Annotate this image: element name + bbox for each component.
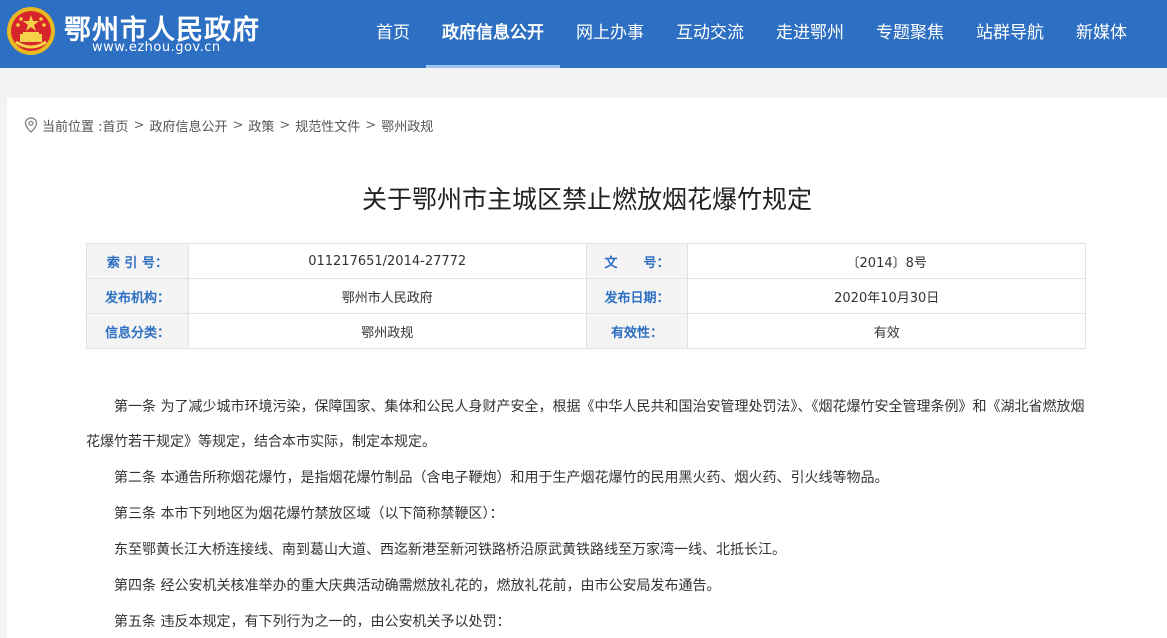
- breadcrumb-prefix: 当前位置 :: [42, 119, 103, 135]
- breadcrumb-separator: >: [133, 117, 145, 133]
- breadcrumb-ezhou-regulations[interactable]: 鄂州政规: [381, 116, 433, 135]
- nav-about-ezhou[interactable]: 走进鄂州: [760, 0, 860, 68]
- index-label: 索 引 号：: [86, 243, 189, 279]
- article-2: 第二条 本通告所称烟花爆竹，是指烟花爆竹制品（含电子鞭炮）和用于生产烟花爆竹的民…: [114, 470, 889, 486]
- article-3: 第三条 本市下列地区为烟花爆竹禁放区域（以下简称禁鞭区）：: [114, 506, 504, 522]
- breadcrumb-separator: >: [232, 117, 244, 133]
- nav-interaction[interactable]: 互动交流: [660, 0, 760, 68]
- document-title: 关于鄂州市主城区禁止燃放烟花爆竹规定: [361, 185, 812, 214]
- validity-value: 有效: [687, 313, 1086, 349]
- site-header: 鄂州市人民政府 www.ezhou.gov.cn 首页 政府信息公开 网上办事 …: [0, 0, 1167, 68]
- nav-online-service[interactable]: 网上办事: [560, 0, 660, 68]
- validity-label: 有效性：: [585, 313, 689, 349]
- national-emblem-icon[interactable]: [6, 6, 56, 56]
- meta-row: 信息分类： 鄂州政规 有效性： 有效: [86, 313, 1086, 349]
- breadcrumb: 当前位置 : 首页 > 政府信息公开 > 政策 > 规范性文件 > 鄂州政规: [24, 115, 433, 135]
- content-panel: 当前位置 : 首页 > 政府信息公开 > 政策 > 规范性文件 > 鄂州政规 关…: [7, 98, 1167, 638]
- meta-row: 发布机构： 鄂州市人民政府 发布日期： 2020年10月30日: [86, 278, 1086, 314]
- location-pin-icon: [24, 117, 38, 133]
- category-label: 信息分类：: [86, 313, 189, 349]
- nav-gov-info[interactable]: 政府信息公开: [426, 0, 560, 68]
- nav-topics[interactable]: 专题聚焦: [860, 0, 960, 68]
- nav-home[interactable]: 首页: [360, 0, 426, 68]
- nav-new-media[interactable]: 新媒体: [1060, 0, 1143, 68]
- index-value: 011217651/2014-27772: [187, 243, 587, 279]
- document-meta-table: 索 引 号： 011217651/2014-27772 文 号： 〔2014〕8…: [86, 243, 1086, 349]
- publisher-label: 发布机构：: [86, 278, 189, 314]
- publisher-value: 鄂州市人民政府: [187, 278, 587, 314]
- breadcrumb-home[interactable]: 首页: [103, 116, 129, 135]
- document-body: 第一条 为了减少城市环境污染，保障国家、集体和公民人身财产安全，根据《中华人民共…: [86, 390, 1094, 638]
- site-url: www.ezhou.gov.cn: [92, 40, 221, 55]
- article-5: 第五条 违反本规定，有下列行为之一的，由公安机关予以处罚：: [114, 614, 511, 630]
- main-nav: 首页 政府信息公开 网上办事 互动交流 走进鄂州 专题聚焦 站群导航 新媒体: [360, 0, 1143, 68]
- breadcrumb-normative-docs[interactable]: 规范性文件: [295, 116, 360, 135]
- publish-date-value: 2020年10月30日: [687, 278, 1086, 314]
- breadcrumb-gov-info[interactable]: 政府信息公开: [149, 116, 227, 135]
- breadcrumb-policy[interactable]: 政策: [248, 116, 274, 135]
- article-1: 第一条 为了减少城市环境污染，保障国家、集体和公民人身财产安全，根据《中华人民共…: [86, 399, 1085, 450]
- doc-number-value: 〔2014〕8号: [687, 243, 1086, 279]
- breadcrumb-separator: >: [279, 117, 291, 133]
- article-4: 第四条 经公安机关核准举办的重大庆典活动确需燃放礼花的，燃放礼花前，由市公安局发…: [114, 578, 721, 594]
- article-3-area: 东至鄂黄长江大桥连接线、南到葛山大道、西迄新港至新河铁路桥沿原武黄铁路线至万家湾…: [114, 542, 786, 558]
- publish-date-label: 发布日期：: [585, 278, 689, 314]
- category-value: 鄂州政规: [187, 313, 587, 349]
- breadcrumb-separator: >: [365, 117, 377, 133]
- meta-row: 索 引 号： 011217651/2014-27772 文 号： 〔2014〕8…: [86, 243, 1086, 279]
- nav-site-group[interactable]: 站群导航: [960, 0, 1060, 68]
- doc-number-label: 文 号：: [585, 243, 689, 279]
